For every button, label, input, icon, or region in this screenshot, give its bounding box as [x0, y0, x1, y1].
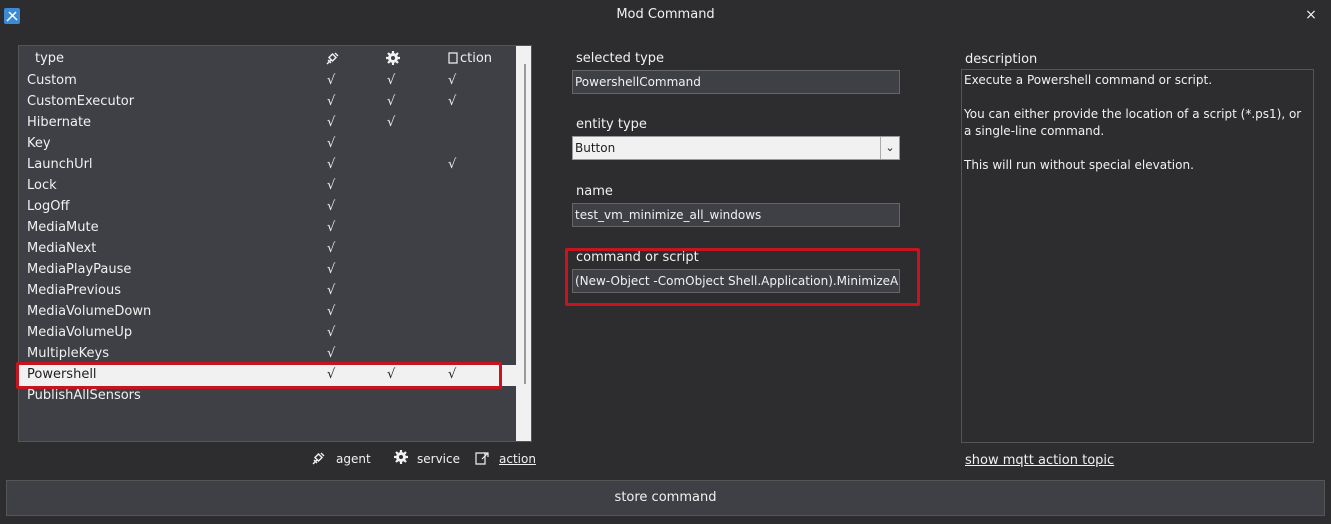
- list-item[interactable]: Key √: [19, 134, 516, 155]
- list-item-label: MediaMute: [27, 220, 99, 235]
- list-item[interactable]: MediaVolumeDown √: [19, 302, 516, 323]
- list-item-label: Custom: [27, 73, 77, 88]
- legend-service: service: [417, 452, 460, 466]
- name-input[interactable]: test_vm_minimize_all_windows: [572, 203, 900, 227]
- satellite-icon: [325, 50, 341, 70]
- action-icon: [473, 450, 491, 468]
- list-item-agent: √: [327, 241, 336, 256]
- list-item[interactable]: CustomExecutor √ √ √: [19, 92, 516, 113]
- close-button[interactable]: ×: [1300, 7, 1322, 25]
- list-item-service: √: [387, 115, 396, 130]
- list-item-action: √: [448, 157, 457, 172]
- list-item-service: √: [387, 94, 396, 109]
- chevron-down-icon[interactable]: ⌄: [880, 137, 899, 159]
- list-item-agent: √: [327, 325, 336, 340]
- list-item[interactable]: MediaPrevious √: [19, 281, 516, 302]
- entity-type-label: entity type: [576, 117, 647, 132]
- list-item-label: CustomExecutor: [27, 94, 135, 109]
- show-mqtt-topic-link[interactable]: show mqtt action topic: [965, 453, 1114, 468]
- gear-icon: [393, 449, 411, 467]
- list-item[interactable]: MediaMute √: [19, 218, 516, 239]
- list-item-label: MediaPrevious: [27, 283, 121, 298]
- list-item-agent: √: [327, 94, 336, 109]
- selected-type-field: PowershellCommand: [572, 70, 900, 94]
- list-item-agent: √: [327, 115, 336, 130]
- list-item[interactable]: MediaNext √: [19, 239, 516, 260]
- list-item-label: MultipleKeys: [27, 346, 109, 361]
- description-label: description: [965, 52, 1038, 67]
- list-item-agent: √: [327, 304, 336, 319]
- list-item-label: MediaVolumeDown: [27, 304, 152, 319]
- list-item[interactable]: PublishAllSensors: [19, 386, 516, 407]
- gear-icon: [385, 50, 401, 70]
- list-item-label: MediaPlayPause: [27, 262, 132, 277]
- highlight-box: [565, 248, 920, 306]
- list-item-label: LaunchUrl: [27, 157, 93, 172]
- header-type[interactable]: type: [35, 51, 64, 66]
- list-item-agent: √: [327, 262, 336, 277]
- list-item[interactable]: Hibernate √ √: [19, 113, 516, 134]
- description-line: You can either provide the location of a…: [964, 107, 1302, 138]
- list-item-agent: √: [327, 157, 336, 172]
- list-item-label: Lock: [27, 178, 57, 193]
- list-item[interactable]: LaunchUrl √ √: [19, 155, 516, 176]
- list-item-action: √: [448, 94, 457, 109]
- action-icon: [447, 50, 461, 70]
- list-item-label: Key: [27, 136, 51, 151]
- list-item-agent: √: [327, 178, 336, 193]
- header-action[interactable]: ction: [460, 51, 492, 66]
- list-header: type ction: [19, 46, 516, 70]
- list-item-label: PublishAllSensors: [27, 388, 141, 403]
- window-title: Mod Command: [616, 7, 715, 22]
- list-item-agent: √: [327, 73, 336, 88]
- list-item-label: MediaNext: [27, 241, 97, 256]
- legend-action[interactable]: action: [499, 452, 536, 466]
- description-box: Execute a Powershell command or script. …: [961, 69, 1314, 443]
- list-item-agent: √: [327, 346, 336, 361]
- list-item[interactable]: Lock √: [19, 176, 516, 197]
- list-item-agent: √: [327, 136, 336, 151]
- list-item-label: MediaVolumeUp: [27, 325, 133, 340]
- list-item-label: LogOff: [27, 199, 70, 214]
- list-item[interactable]: LogOff √: [19, 197, 516, 218]
- list-item[interactable]: Custom √ √ √: [19, 71, 516, 92]
- highlight-box: [16, 362, 502, 389]
- description-line: Execute a Powershell command or script.: [964, 73, 1213, 87]
- list-item-agent: √: [327, 283, 336, 298]
- selected-type-label: selected type: [576, 51, 665, 66]
- store-command-button[interactable]: store command: [6, 480, 1325, 516]
- name-label: name: [576, 184, 613, 199]
- entity-type-dropdown[interactable]: Button: [572, 136, 900, 160]
- list-item-action: √: [448, 73, 457, 88]
- list-item-agent: √: [327, 199, 336, 214]
- scrollbar-thumb[interactable]: [524, 64, 526, 384]
- description-line: This will run without special elevation.: [964, 158, 1194, 172]
- list-item-label: Hibernate: [27, 115, 92, 130]
- list-item-agent: √: [327, 220, 336, 235]
- satellite-icon: [311, 450, 329, 468]
- list-item[interactable]: MediaPlayPause √: [19, 260, 516, 281]
- legend-agent: agent: [336, 452, 371, 466]
- list-item-service: √: [387, 73, 396, 88]
- list-item[interactable]: MediaVolumeUp √: [19, 323, 516, 344]
